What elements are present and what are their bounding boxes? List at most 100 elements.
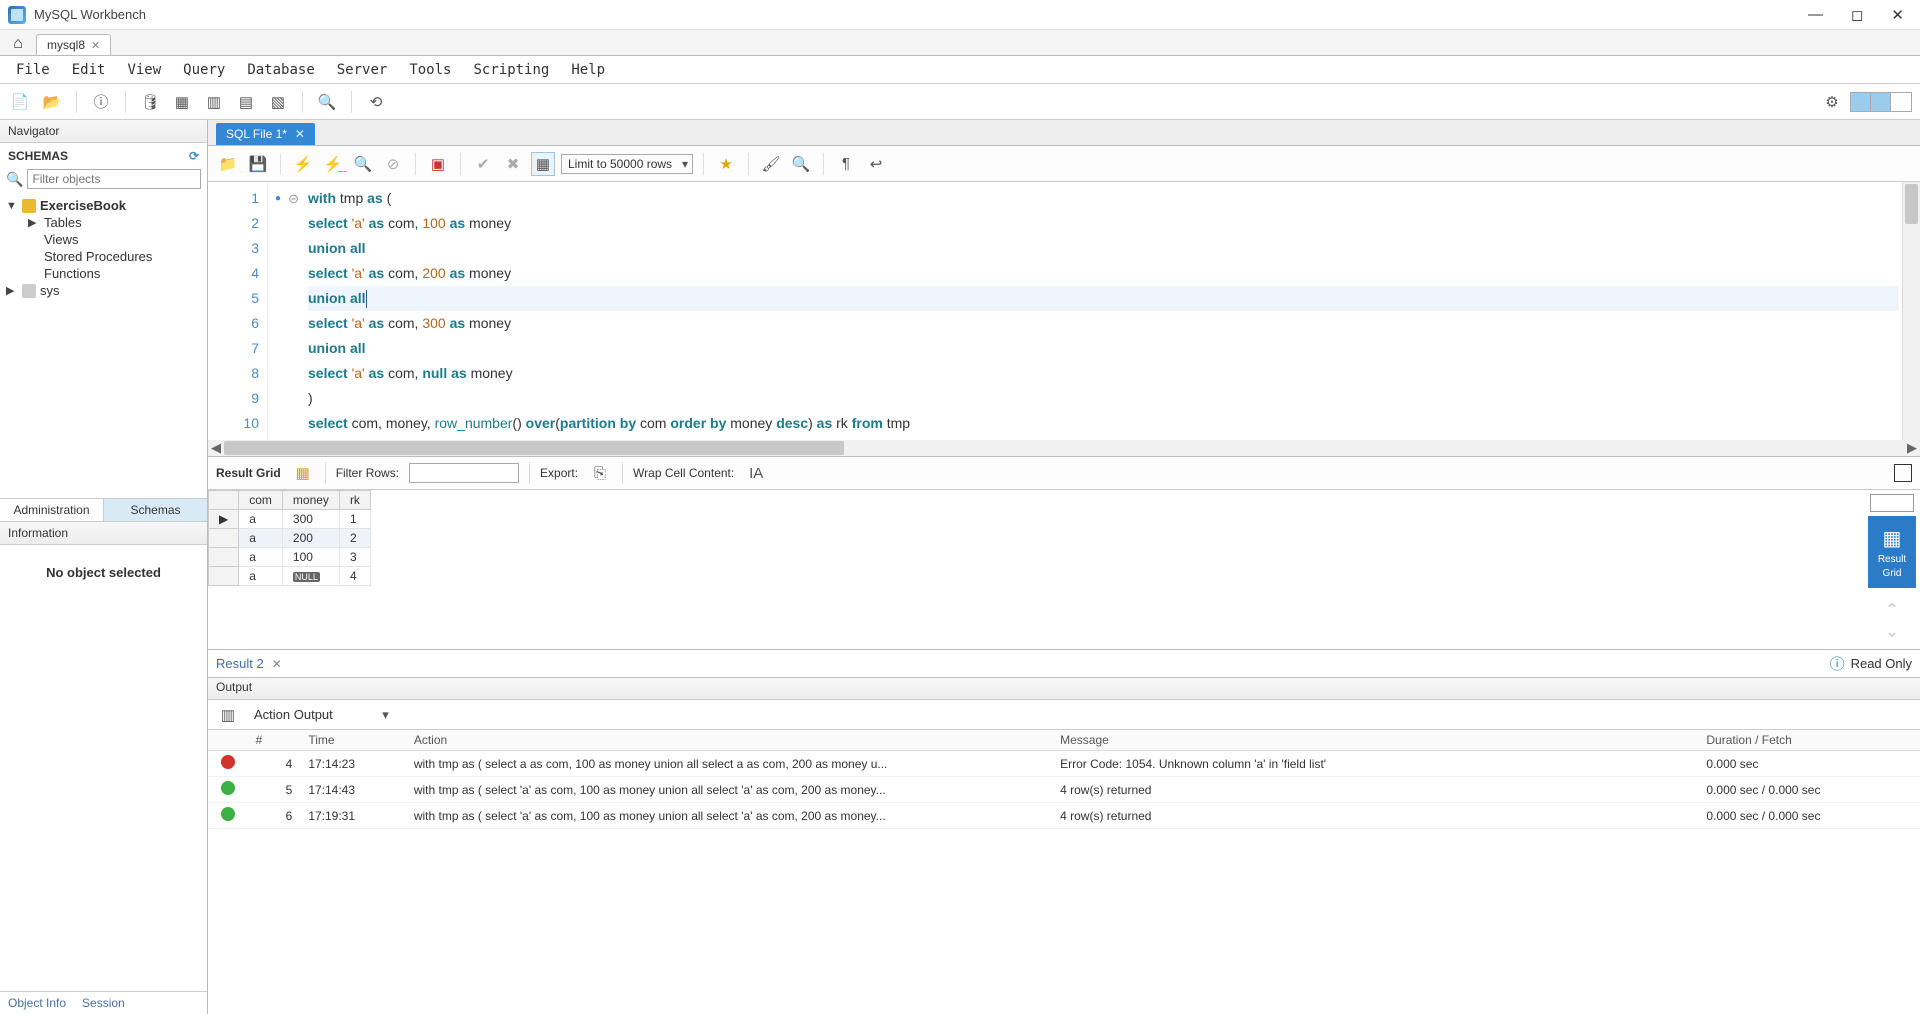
reconnect-icon[interactable]: ⟲ xyxy=(364,90,388,114)
query-area: SQL File 1* ✕ 📁 💾 ⚡ ⚡̲ 🔍 ⊘ ▣ ✔ ✖ ▦ Limit… xyxy=(208,120,1920,1014)
col-action[interactable]: Action xyxy=(406,730,1052,751)
schemas-label: SCHEMAS xyxy=(8,149,68,163)
table-row[interactable]: ▶a3001 xyxy=(209,510,371,529)
toggle-side-icon[interactable] xyxy=(1870,494,1914,512)
stop-icon[interactable]: ⊘ xyxy=(381,152,405,176)
ok-status-icon xyxy=(221,807,235,821)
refresh-icon[interactable]: ⟳ xyxy=(189,149,199,163)
table-row[interactable]: a2002 xyxy=(209,529,371,548)
chevron-up-icon[interactable]: ⌃ xyxy=(1884,600,1899,621)
tree-db-exercisebook[interactable]: ▼ ExerciseBook xyxy=(6,197,201,214)
result-tab[interactable]: Result 2 xyxy=(216,656,264,671)
open-sql-icon[interactable]: 📂 xyxy=(40,90,64,114)
editor-vertical-scrollbar[interactable] xyxy=(1902,182,1920,440)
output-row[interactable]: 6 17:19:31 with tmp as ( select 'a' as c… xyxy=(208,803,1920,829)
close-icon[interactable]: ✕ xyxy=(272,657,282,671)
function-create-icon[interactable]: ▧ xyxy=(266,90,290,114)
wrap-cell-icon[interactable]: IA xyxy=(744,461,768,485)
invisible-icon[interactable]: ¶ xyxy=(834,152,858,176)
col-message[interactable]: Message xyxy=(1052,730,1698,751)
table-row[interactable]: aNULL4 xyxy=(209,567,371,586)
secondary-toggle-icon[interactable] xyxy=(1891,93,1911,111)
toggle-autocommit-icon[interactable]: ▣ xyxy=(426,152,450,176)
close-icon[interactable]: ✕ xyxy=(295,127,305,141)
connection-tab[interactable]: mysql8 ✕ xyxy=(36,34,111,55)
rollback-icon[interactable]: ✖ xyxy=(501,152,525,176)
search-table-icon[interactable]: 🔍 xyxy=(315,90,339,114)
close-button[interactable]: ✕ xyxy=(1891,6,1904,24)
home-icon[interactable]: ⌂ xyxy=(6,33,30,55)
menu-scripting[interactable]: Scripting xyxy=(463,58,559,82)
settings-icon[interactable]: ⚙ xyxy=(1820,90,1844,114)
view-create-icon[interactable]: ▥ xyxy=(202,90,226,114)
output-toggle-icon[interactable] xyxy=(1871,93,1891,111)
result-grid-tile[interactable]: ▦ Result Grid xyxy=(1868,516,1916,588)
chevron-down-icon[interactable]: ⌄ xyxy=(1884,621,1899,642)
export-icon[interactable]: ⎘ xyxy=(588,461,612,485)
window-titlebar: MySQL Workbench — ◻ ✕ xyxy=(0,0,1920,30)
tree-storedproc[interactable]: Stored Procedures xyxy=(28,248,201,265)
menu-server[interactable]: Server xyxy=(327,58,398,82)
open-file-icon[interactable]: 📁 xyxy=(216,152,240,176)
explain-icon[interactable]: 🔍 xyxy=(351,152,375,176)
col-num[interactable]: # xyxy=(248,730,301,751)
col-time[interactable]: Time xyxy=(300,730,406,751)
tab-session[interactable]: Session xyxy=(74,992,133,1014)
grid-icon[interactable]: ▦ xyxy=(291,461,315,485)
menu-help[interactable]: Help xyxy=(561,58,615,82)
output-row[interactable]: 4 17:14:23 with tmp as ( select a as com… xyxy=(208,751,1920,777)
beautify-icon[interactable]: ★ xyxy=(714,152,738,176)
result-grid[interactable]: com money rk ▶a3001 a2002 a1003 aNULL4 xyxy=(208,490,371,649)
tree-views[interactable]: Views xyxy=(28,231,201,248)
tree-db-sys[interactable]: ▶ sys xyxy=(6,282,201,299)
menu-edit[interactable]: Edit xyxy=(62,58,116,82)
table-row[interactable]: a1003 xyxy=(209,548,371,567)
menu-tools[interactable]: Tools xyxy=(399,58,461,82)
scroll-left-icon[interactable]: ◀ xyxy=(208,440,224,456)
tree-tables[interactable]: ▶Tables xyxy=(28,214,201,231)
filter-objects-input[interactable] xyxy=(27,169,201,189)
col-rk[interactable]: rk xyxy=(339,491,370,510)
max-toggle-icon[interactable] xyxy=(1894,464,1912,482)
tab-schemas[interactable]: Schemas xyxy=(104,499,207,521)
col-duration[interactable]: Duration / Fetch xyxy=(1698,730,1896,751)
output-row[interactable]: 5 17:14:43 with tmp as ( select 'a' as c… xyxy=(208,777,1920,803)
filter-rows-input[interactable] xyxy=(409,463,519,483)
minimize-button[interactable]: — xyxy=(1808,6,1823,24)
menu-view[interactable]: View xyxy=(117,58,171,82)
db-add-icon[interactable]: 🛢 xyxy=(138,90,162,114)
col-com[interactable]: com xyxy=(239,491,283,510)
code-area[interactable]: with tmp as ( select 'a' as com, 100 as … xyxy=(268,182,1902,440)
sql-file-tab[interactable]: SQL File 1* ✕ xyxy=(216,123,315,145)
result-tab-row: Result 2 ✕ ⓘ Read Only xyxy=(208,650,1920,678)
limit-rows-dropdown[interactable]: Limit to 50000 rows xyxy=(561,154,693,174)
close-icon[interactable]: ✕ xyxy=(91,39,100,52)
output-layout-icon[interactable]: ▥ xyxy=(216,703,240,727)
info-tabs: Object Info Session xyxy=(0,991,207,1014)
tab-object-info[interactable]: Object Info xyxy=(0,992,74,1014)
save-icon[interactable]: 💾 xyxy=(246,152,270,176)
execute-icon[interactable]: ⚡ xyxy=(291,152,315,176)
table-create-icon[interactable]: ▦ xyxy=(170,90,194,114)
sidebar-toggle-icon[interactable] xyxy=(1851,93,1871,111)
menu-database[interactable]: Database xyxy=(237,58,324,82)
maximize-button[interactable]: ◻ xyxy=(1851,6,1863,24)
commit-icon[interactable]: ✔ xyxy=(471,152,495,176)
brush-icon[interactable]: 🖌 xyxy=(759,152,783,176)
find-icon[interactable]: 🔍 xyxy=(789,152,813,176)
tab-administration[interactable]: Administration xyxy=(0,499,104,521)
execute-current-icon[interactable]: ⚡̲ xyxy=(321,152,345,176)
scroll-right-icon[interactable]: ▶ xyxy=(1904,440,1920,456)
action-output-dropdown[interactable]: Action Output xyxy=(248,705,393,725)
menu-query[interactable]: Query xyxy=(173,58,235,82)
wrap-icon[interactable]: ↩ xyxy=(864,152,888,176)
editor-horizontal-scrollbar[interactable]: ◀ ▶ xyxy=(208,440,1920,456)
toggle-execute-icon[interactable]: ▦ xyxy=(531,152,555,176)
new-sql-tab-icon[interactable]: 📄 xyxy=(8,90,32,114)
col-money[interactable]: money xyxy=(282,491,339,510)
tree-functions[interactable]: Functions xyxy=(28,265,201,282)
sql-editor[interactable]: 12345 678910 with tmp as ( select 'a' as… xyxy=(208,182,1920,440)
inspector-icon[interactable]: ⓘ xyxy=(89,90,113,114)
storedproc-create-icon[interactable]: ▤ xyxy=(234,90,258,114)
menu-file[interactable]: File xyxy=(6,58,60,82)
